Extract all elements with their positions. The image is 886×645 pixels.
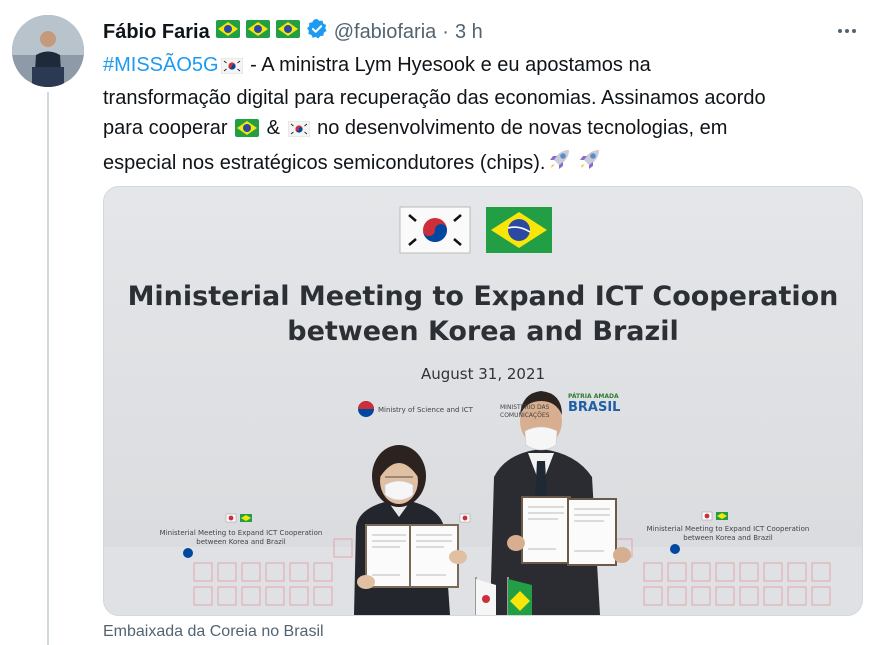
banner-date: August 31, 2021 (420, 365, 546, 383)
patria-amada-label: PÁTRIA AMADA (568, 393, 619, 400)
author-handle[interactable]: @fabiofaria (334, 21, 437, 44)
rocket-icon (547, 146, 573, 181)
tweet-media-photo[interactable]: Ministerial Meeting to Expand ICT Cooper… (103, 186, 863, 616)
thread-line (47, 92, 49, 645)
small-banner-left: Ministerial Meeting to Expand ICT Cooper… (146, 529, 336, 547)
tweet-line-3c: no desenvolvimento de novas tecnologias,… (317, 117, 728, 139)
brazil-flag-icon (215, 20, 240, 44)
tweet-timestamp[interactable]: 3 h (455, 21, 483, 44)
avatar[interactable] (12, 15, 84, 87)
comms-label: MINISTÉRIO DAS COMUNICAÇÕES (500, 404, 550, 419)
ministry-label: Ministry of Science and ICT (378, 406, 473, 414)
media-caption[interactable]: Embaixada da Coreia no Brasil (103, 623, 324, 641)
agreement-document-right (507, 496, 631, 566)
agreement-document-left (357, 524, 467, 589)
banner-title-line-2: between Korea and Brazil (287, 316, 679, 347)
photo-background (104, 187, 862, 615)
tweet-text: #MISSÃO5G - A ministra Lym Hyesook e eu … (103, 50, 873, 181)
small-banner-right-line-2: between Korea and Brazil (683, 534, 773, 542)
brazil-flag-icon (235, 116, 260, 146)
tweet-line-3a: para cooperar (103, 117, 228, 139)
brazil-flag-icon (245, 20, 270, 44)
tweet-line-3b: & (266, 117, 280, 139)
tweet-line-4-text: especial nos estratégicos semicondutores… (103, 152, 546, 174)
tweet-line-4: especial nos estratégicos semicondutores… (103, 146, 873, 181)
small-banner-right: Ministerial Meeting to Expand ICT Cooper… (628, 525, 828, 543)
korea-flag-icon (287, 116, 310, 146)
tweet-header: Fábio Faria @fabiofaria · 3 h (103, 17, 483, 47)
hashtag-link[interactable]: #MISSÃO5G (103, 54, 219, 76)
korea-flag-icon (220, 53, 243, 83)
small-banner-right-line-1: Ministerial Meeting to Expand ICT Cooper… (646, 525, 810, 533)
header-separator: · (442, 20, 449, 43)
verified-badge-icon (306, 18, 328, 46)
banner-title-line-1: Ministerial Meeting to Expand ICT Cooper… (127, 281, 839, 312)
small-banner-left-line-2: between Korea and Brazil (196, 538, 286, 546)
brazil-flag-large (486, 207, 552, 253)
author-name[interactable]: Fábio Faria (103, 21, 210, 44)
more-options-icon[interactable] (832, 21, 862, 41)
brasil-logo-text: BRASIL (568, 400, 621, 415)
tweet-line-2: transformação digital para recuperação d… (103, 87, 766, 109)
korea-flag-large (399, 206, 471, 254)
rocket-icon (577, 146, 603, 181)
tweet-line-1: #MISSÃO5G - A ministra Lym Hyesook e eu … (103, 50, 873, 83)
brazil-flag-icon (275, 20, 300, 44)
tweet-line-1-text: - A ministra Lym Hyesook e eu apostamos … (250, 54, 651, 76)
tweet-line-3: para cooperar & no desenvolvimento de no… (103, 113, 873, 146)
small-banner-left-line-1: Ministerial Meeting to Expand ICT Cooper… (159, 529, 323, 537)
